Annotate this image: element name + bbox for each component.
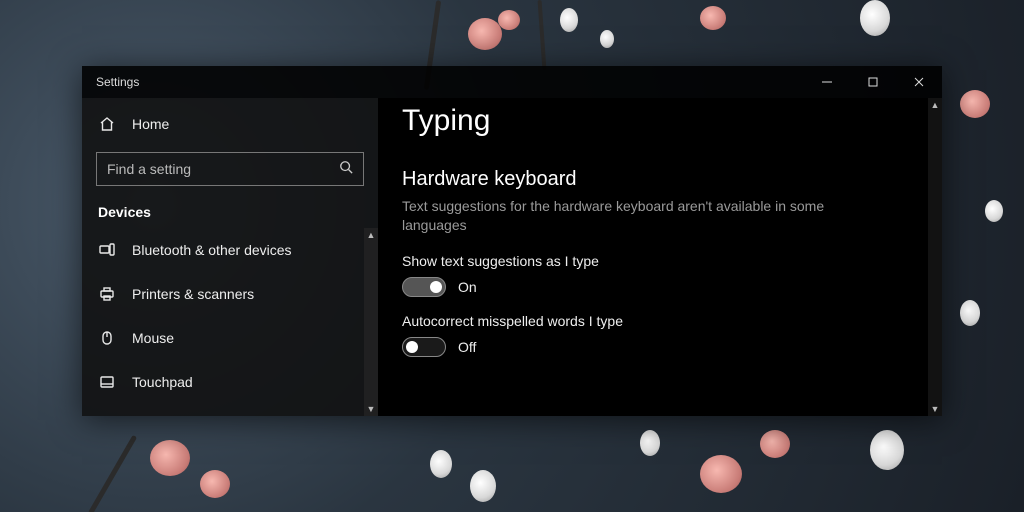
close-button[interactable] [896, 66, 942, 98]
section-title: Hardware keyboard [402, 168, 918, 191]
decor-bud [560, 8, 578, 32]
decor-petal [760, 430, 790, 458]
titlebar[interactable]: Settings [82, 66, 942, 98]
sidebar-item-printers[interactable]: Printers & scanners [82, 272, 378, 316]
search-input[interactable] [107, 161, 339, 177]
decor-bud [430, 450, 452, 478]
decor-petal [700, 6, 726, 30]
search-icon [339, 160, 353, 179]
decor-bud [640, 430, 660, 456]
sidebar-item-bluetooth[interactable]: Bluetooth & other devices [82, 228, 378, 272]
sidebar-nav-list: Bluetooth & other devices Printers & sca… [82, 228, 378, 416]
minimize-icon [822, 77, 832, 87]
decor-twig [538, 0, 547, 70]
decor-petal [960, 90, 990, 118]
touchpad-icon [98, 373, 116, 391]
sidebar-item-label: Printers & scanners [132, 286, 254, 302]
content-scrollbar[interactable]: ▲ ▼ [928, 98, 942, 416]
devices-icon [98, 241, 116, 259]
toggle-state-text: On [458, 279, 477, 295]
sidebar-section-label: Devices [82, 200, 378, 228]
decor-bud [960, 300, 980, 326]
section-description: Text suggestions for the hardware keyboa… [402, 197, 882, 235]
home-icon [98, 115, 116, 133]
maximize-button[interactable] [850, 66, 896, 98]
window-title: Settings [96, 75, 139, 89]
toggle-state-text: Off [458, 339, 476, 355]
setting-autocorrect: Autocorrect misspelled words I type Off [402, 313, 918, 357]
sidebar-item-label: Mouse [132, 330, 174, 346]
scroll-down-icon[interactable]: ▼ [364, 402, 378, 416]
scroll-up-icon[interactable]: ▲ [928, 98, 942, 112]
maximize-icon [868, 77, 878, 87]
setting-label: Autocorrect misspelled words I type [402, 313, 918, 329]
decor-bud [470, 470, 496, 502]
sidebar-item-label: Touchpad [132, 374, 193, 390]
decor-petal [150, 440, 190, 476]
scroll-up-icon[interactable]: ▲ [364, 228, 378, 242]
decor-twig [88, 435, 137, 512]
page-title: Typing [402, 104, 918, 138]
decor-bud [870, 430, 904, 470]
toggle-autocorrect[interactable] [402, 337, 446, 357]
sidebar-item-mouse[interactable]: Mouse [82, 316, 378, 360]
close-icon [914, 77, 924, 87]
sidebar: Home Devices Bluetooth & other devices [82, 98, 378, 416]
toggle-text-suggestions[interactable] [402, 277, 446, 297]
home-nav[interactable]: Home [82, 104, 378, 144]
home-label: Home [132, 116, 169, 132]
decor-petal [700, 455, 742, 493]
scroll-down-icon[interactable]: ▼ [928, 402, 942, 416]
printer-icon [98, 285, 116, 303]
decor-bud [860, 0, 890, 36]
decor-petal [200, 470, 230, 498]
minimize-button[interactable] [804, 66, 850, 98]
decor-bud [600, 30, 614, 48]
decor-bud [985, 200, 1003, 222]
decor-petal [498, 10, 520, 30]
search-box[interactable] [96, 152, 364, 186]
settings-window: Settings Home Devices [82, 66, 942, 416]
setting-text-suggestions: Show text suggestions as I type On [402, 253, 918, 297]
content-pane: Typing Hardware keyboard Text suggestion… [378, 98, 942, 416]
sidebar-scrollbar[interactable]: ▲ ▼ [364, 228, 378, 416]
mouse-icon [98, 329, 116, 347]
sidebar-item-label: Bluetooth & other devices [132, 242, 292, 258]
sidebar-item-touchpad[interactable]: Touchpad [82, 360, 378, 404]
decor-petal [468, 18, 502, 50]
setting-label: Show text suggestions as I type [402, 253, 918, 269]
